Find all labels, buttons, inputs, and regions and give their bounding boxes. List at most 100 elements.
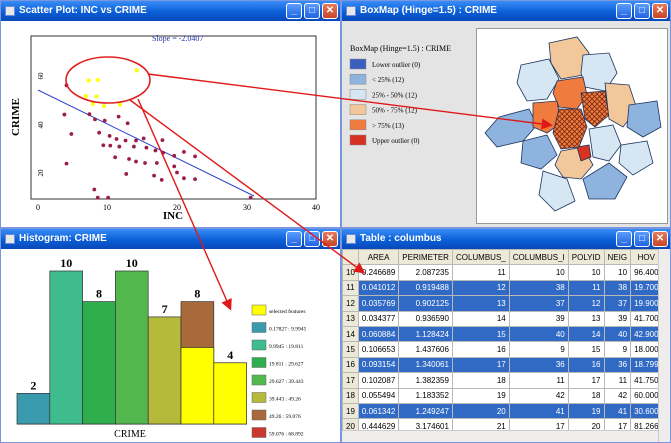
table-cell[interactable]: 20 <box>451 402 510 420</box>
minimize-button[interactable]: _ <box>616 231 632 247</box>
table-cell[interactable]: 36 <box>508 356 569 374</box>
table-cell[interactable]: 10 <box>567 264 605 281</box>
table-titlebar[interactable]: Table : columbus _ □ ✕ <box>342 229 670 249</box>
maximize-button[interactable]: □ <box>304 3 320 19</box>
row-number[interactable]: 19 <box>342 402 359 420</box>
table-cell[interactable]: 14 <box>567 325 605 343</box>
horizontal-scrollbar[interactable] <box>342 430 658 442</box>
table-cell[interactable]: 2.087235 <box>398 264 453 281</box>
table-cell[interactable]: 0.055494 <box>357 387 400 404</box>
table-cell[interactable]: 0.060884 <box>357 325 400 343</box>
table-cell[interactable]: 39 <box>508 310 569 327</box>
close-button[interactable]: ✕ <box>652 3 668 19</box>
row-number[interactable]: 15 <box>342 341 359 358</box>
table-cell[interactable]: 39 <box>603 310 632 327</box>
table-cell[interactable]: 11 <box>567 279 605 297</box>
close-button[interactable]: ✕ <box>322 231 338 247</box>
table-cell[interactable]: 41 <box>508 402 569 420</box>
table-cell[interactable]: 9 <box>603 341 632 358</box>
table-cell[interactable]: 19 <box>451 387 510 404</box>
table-cell[interactable]: 16 <box>567 356 605 374</box>
table-cell[interactable]: 0.106653 <box>357 341 400 358</box>
table-cell[interactable]: 19 <box>567 402 605 420</box>
minimize-button[interactable]: _ <box>286 231 302 247</box>
table-cell[interactable]: 12 <box>567 295 605 312</box>
table-cell[interactable]: 15 <box>567 341 605 358</box>
row-number[interactable]: 13 <box>342 310 359 327</box>
table-cell[interactable]: 15 <box>451 325 510 343</box>
column-header-neig[interactable]: NEIG <box>603 249 632 266</box>
table-row[interactable]: 12 0.035769 0.902125 13 37 12 37 19.900 <box>342 295 663 312</box>
table-row[interactable]: 11 0.041012 0.919488 12 38 11 38 19.700 <box>342 279 663 297</box>
table-cell[interactable]: 38 <box>508 279 569 297</box>
column-header-perimeter[interactable]: PERIMETER <box>398 249 453 266</box>
table-cell[interactable]: 13 <box>451 295 510 312</box>
row-number[interactable]: 14 <box>342 325 359 343</box>
table-cell[interactable]: 0.936590 <box>398 310 453 327</box>
row-number[interactable]: 16 <box>342 356 359 374</box>
histogram-titlebar[interactable]: Histogram: CRIME _ □ ✕ <box>1 229 340 249</box>
table-row[interactable]: 15 0.106653 1.437606 16 9 15 9 18.000 <box>342 341 663 358</box>
table-cell[interactable]: 12 <box>451 279 510 297</box>
table-cell[interactable]: 17 <box>451 356 510 374</box>
table-cell[interactable]: 18 <box>567 387 605 404</box>
table-cell[interactable]: 0.102087 <box>357 372 400 389</box>
table-cell[interactable]: 0.902125 <box>398 295 453 312</box>
table-cell[interactable]: 1.340061 <box>398 356 453 374</box>
row-number[interactable]: 18 <box>342 387 359 404</box>
scatter-titlebar[interactable]: Scatter Plot: INC vs CRIME _ □ ✕ <box>1 1 340 21</box>
table-cell[interactable]: 42 <box>603 387 632 404</box>
maximize-button[interactable]: □ <box>634 231 650 247</box>
column-header-polyid[interactable]: POLYID <box>567 249 605 266</box>
table-row[interactable]: 10 0.246689 2.087235 11 10 10 10 96.400 <box>342 264 663 281</box>
table-cell[interactable]: 10 <box>603 264 632 281</box>
maximize-button[interactable]: □ <box>634 3 650 19</box>
table-cell[interactable]: 0.093154 <box>357 356 400 374</box>
vertical-scrollbar[interactable] <box>658 249 670 442</box>
table-cell[interactable]: 14 <box>451 310 510 327</box>
table-row[interactable]: 13 0.034377 0.936590 14 39 13 39 41.700 <box>342 310 663 327</box>
row-number[interactable]: 11 <box>342 279 359 297</box>
table-cell[interactable]: 11 <box>508 372 569 389</box>
row-number[interactable]: 12 <box>342 295 359 312</box>
column-header-area[interactable]: AREA <box>357 249 400 266</box>
table-cell[interactable]: 1.249247 <box>398 402 453 420</box>
table-cell[interactable]: 37 <box>603 295 632 312</box>
table-cell[interactable]: 1.128424 <box>398 325 453 343</box>
table-cell[interactable]: 0.041012 <box>357 279 400 297</box>
table-cell[interactable]: 11 <box>603 372 632 389</box>
table-cell[interactable]: 16 <box>451 341 510 358</box>
minimize-button[interactable]: _ <box>616 3 632 19</box>
table-cell[interactable]: 9 <box>508 341 569 358</box>
table-row[interactable]: 18 0.055494 1.183352 19 42 18 42 60.000 <box>342 387 663 404</box>
table-row[interactable]: 14 0.060884 1.128424 15 40 14 40 42.900 <box>342 325 663 343</box>
column-header-columbus[interactable]: COLUMBUS_ <box>451 249 510 266</box>
table-cell[interactable]: 40 <box>508 325 569 343</box>
table-cell[interactable]: 0.246689 <box>357 264 400 281</box>
maximize-button[interactable]: □ <box>304 231 320 247</box>
table-cell[interactable]: 18 <box>451 372 510 389</box>
table-cell[interactable]: 1.437606 <box>398 341 453 358</box>
table-cell[interactable]: 0.034377 <box>357 310 400 327</box>
table-row[interactable]: 19 0.061342 1.249247 20 41 19 41 30.600 <box>342 402 663 420</box>
table-cell[interactable]: 11 <box>451 264 510 281</box>
table-cell[interactable]: 1.382359 <box>398 372 453 389</box>
table-cell[interactable]: 41 <box>603 402 632 420</box>
table-cell[interactable]: 40 <box>603 325 632 343</box>
close-button[interactable]: ✕ <box>652 231 668 247</box>
table-row[interactable]: 16 0.093154 1.340061 17 36 16 36 18.799 <box>342 356 663 374</box>
close-button[interactable]: ✕ <box>322 3 338 19</box>
row-number[interactable]: 17 <box>342 372 359 389</box>
table-cell[interactable]: 1.183352 <box>398 387 453 404</box>
table-cell[interactable]: 38 <box>603 279 632 297</box>
minimize-button[interactable]: _ <box>286 3 302 19</box>
boxmap-titlebar[interactable]: BoxMap (Hinge=1.5) : CRIME _ □ ✕ <box>342 1 670 21</box>
row-number[interactable]: 10 <box>342 264 359 281</box>
table-cell[interactable]: 13 <box>567 310 605 327</box>
table-row[interactable]: 17 0.102087 1.382359 18 11 17 11 41.750 <box>342 372 663 389</box>
table-cell[interactable]: 0.061342 <box>357 402 400 420</box>
table-cell[interactable]: 0.919488 <box>398 279 453 297</box>
column-header-columbus-i[interactable]: COLUMBUS_I <box>508 249 569 266</box>
table-cell[interactable]: 37 <box>508 295 569 312</box>
table-cell[interactable]: 10 <box>508 264 569 281</box>
